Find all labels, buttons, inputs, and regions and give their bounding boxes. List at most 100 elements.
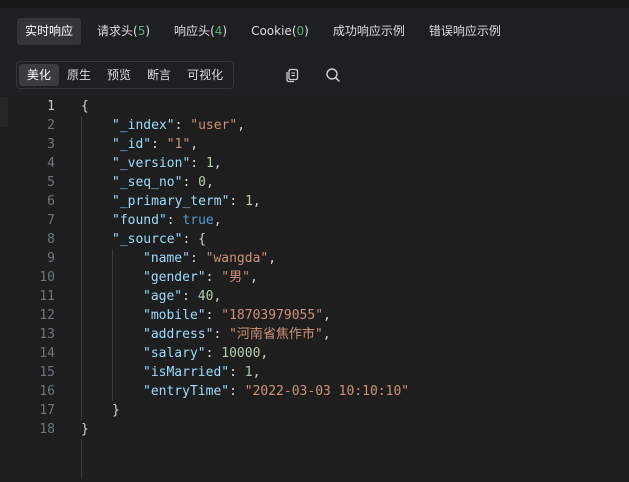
indent-guide: [81, 439, 82, 479]
code-token: "2022-03-03 10:10:10": [244, 384, 410, 399]
code-token: }: [112, 403, 120, 418]
code-token: "_index": [112, 118, 175, 133]
line-number: 9: [47, 251, 55, 266]
code-text: }: [112, 401, 120, 420]
view-mode-assert[interactable]: 断言: [139, 64, 179, 86]
code-token: :: [190, 156, 206, 171]
code-token: ,: [190, 137, 199, 152]
code-text: "_index": "user",: [112, 116, 245, 135]
code-token: : {: [182, 232, 206, 247]
tab-error-example[interactable]: 错误响应示例: [421, 18, 509, 45]
code-line: 7 "found": true,: [0, 211, 629, 230]
code-line: 11 "age": 40,: [0, 287, 629, 306]
code-token: :: [205, 308, 222, 323]
code-token: {: [81, 99, 89, 114]
code-line: 4 "_version": 1,: [0, 154, 629, 173]
line-number: 8: [47, 232, 55, 247]
line-number: 5: [47, 175, 55, 190]
tab-cookie[interactable]: Cookie(0): [243, 18, 317, 45]
tab-request-headers[interactable]: 请求头(5): [89, 18, 158, 45]
tab-success-example[interactable]: 成功响应示例: [325, 18, 413, 45]
code-token: :: [166, 213, 183, 228]
code-token: "_seq_no": [112, 175, 183, 190]
code-token: "gender": [143, 270, 206, 285]
code-token: 1: [244, 365, 253, 380]
code-token: "_primary_term": [112, 194, 230, 209]
line-number: 10: [39, 270, 55, 285]
code-token: :: [182, 175, 199, 190]
code-text: "_id": "1",: [112, 135, 198, 154]
line-number: 7: [47, 213, 55, 228]
line-number: 1: [47, 99, 55, 114]
code-token: 1: [245, 194, 253, 209]
code-text: "mobile": "18703979055",: [143, 306, 331, 325]
view-mode-beautify[interactable]: 美化: [19, 64, 60, 86]
response-headers-count: 4: [214, 24, 223, 38]
code-token: "河南省焦作市": [229, 327, 323, 342]
code-token: "_version": [112, 156, 191, 171]
code-token: }: [81, 422, 89, 437]
cookie-count: 0: [296, 24, 305, 38]
line-number: 13: [39, 327, 55, 342]
code-token: 10000: [221, 346, 261, 361]
copy-icon[interactable]: [284, 67, 300, 83]
code-token: "18703979055": [221, 308, 324, 323]
code-line: 8 "_source": {: [0, 230, 629, 249]
json-editor[interactable]: 1{2 "_index": "user", 3 "_id": "1", 4 "_versi…: [0, 97, 629, 482]
code-line: 10 "gender": "男",: [0, 268, 629, 287]
line-number: 14: [39, 346, 55, 361]
code-line: 17}: [0, 401, 629, 420]
code-line: 15 "isMarried": 1,: [0, 363, 629, 382]
response-tabs: 实时响应 请求头(5) 响应头(4) Cookie(0) 成功响应示例 错误响应…: [17, 18, 517, 45]
code-token: "mobile": [143, 308, 206, 323]
code-text: "gender": "男",: [143, 268, 258, 287]
response-toolbar: 美化 原生 预览 断言 可视化: [16, 61, 235, 89]
code-token: ,: [260, 346, 269, 361]
code-token: "name": [143, 251, 190, 266]
request-headers-count: 5: [137, 24, 146, 38]
tab-response-headers[interactable]: 响应头(4): [166, 18, 235, 45]
code-text: "name": "wangda",: [143, 249, 276, 268]
code-token: ,: [249, 270, 258, 285]
code-text: "_source": {: [112, 230, 206, 249]
code-token: "1": [166, 137, 191, 152]
code-text: "_seq_no": 0,: [112, 173, 214, 192]
code-text: "address": "河南省焦作市",: [143, 325, 331, 344]
code-token: ,: [237, 118, 246, 133]
code-line: 18}: [0, 420, 629, 439]
code-line: 14 "salary": 10000,: [0, 344, 629, 363]
code-text: }: [81, 420, 89, 439]
code-text: {: [81, 97, 89, 116]
code-line: 9 "name": "wangda",: [0, 249, 629, 268]
code-token: :: [151, 137, 167, 152]
code-token: "salary": [143, 346, 206, 361]
code-line: 16 "entryTime": "2022-03-03 10:10:10": [0, 382, 629, 401]
code-line: 13 "address": "河南省焦作市",: [0, 325, 629, 344]
code-token: ,: [213, 213, 222, 228]
code-token: "wangda": [205, 251, 269, 266]
code-token: :: [205, 346, 222, 361]
code-token: "address": [143, 327, 214, 342]
code-token: ,: [252, 365, 261, 380]
code-text: "_primary_term": 1,: [112, 192, 261, 211]
code-text: "isMarried": 1,: [143, 363, 260, 382]
line-number: 4: [47, 156, 55, 171]
code-token: ,: [323, 308, 331, 323]
view-mode-raw[interactable]: 原生: [59, 64, 99, 86]
view-mode-visualize[interactable]: 可视化: [179, 64, 231, 86]
code-token: ,: [322, 327, 331, 342]
code-token: 1: [205, 156, 214, 171]
code-token: :: [213, 327, 230, 342]
code-token: :: [205, 270, 222, 285]
code-token: true: [182, 213, 214, 228]
view-mode-preview[interactable]: 预览: [99, 64, 139, 86]
view-mode-switch: 美化 原生 预览 断言 可视化: [16, 61, 235, 89]
code-token: :: [229, 365, 245, 380]
tab-realtime-response[interactable]: 实时响应: [17, 18, 82, 45]
search-icon[interactable]: [325, 67, 341, 83]
line-number: 15: [39, 365, 55, 380]
code-text: "_version": 1,: [112, 154, 222, 173]
code-token: :: [174, 118, 191, 133]
code-token: "age": [143, 289, 183, 304]
code-text: "entryTime": "2022-03-03 10:10:10": [143, 382, 409, 401]
